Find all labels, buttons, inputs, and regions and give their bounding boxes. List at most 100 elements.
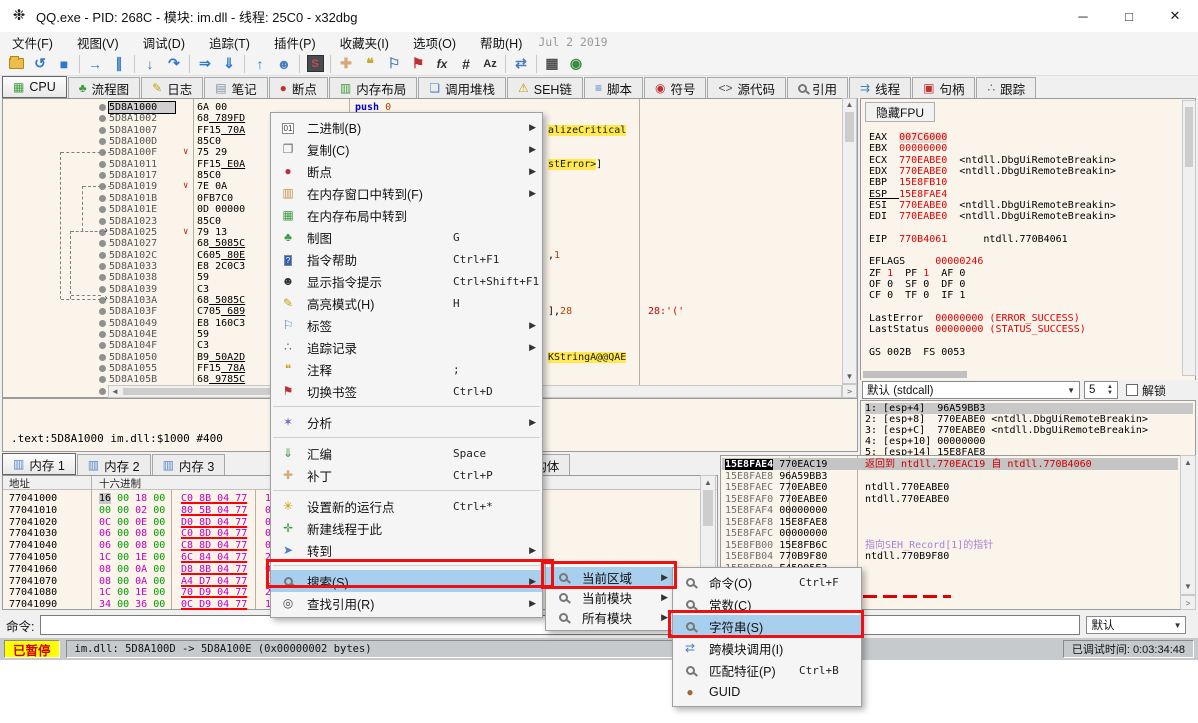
register-row[interactable]: EFLAGS 00000246 — [869, 256, 983, 267]
tab-script[interactable]: ≡脚本 — [584, 77, 643, 98]
menubar-item[interactable]: 选项(O) — [401, 31, 468, 54]
dump-row[interactable]: 7704109034 00 36 000C D9 04 771E 00 — [9, 599, 57, 610]
menu-item-S[interactable]: 字符串(S) — [673, 615, 861, 637]
stack-row[interactable]: 15E8FAFC 00000000 — [725, 528, 827, 540]
dump-row[interactable]: 7704107008 00 0A 00A4 D7 04 7718 00 — [9, 576, 57, 587]
disasm-row[interactable]: 5D8A103FC705 689 — [109, 306, 245, 317]
disasm-row[interactable]: 5D8A10197E 0A∨ — [109, 181, 227, 192]
pause-icon[interactable]: ∥ — [107, 53, 131, 75]
settings-globe-icon[interactable]: ◉ — [564, 53, 588, 75]
arg-count-spinner[interactable]: 5▲▼ — [1084, 381, 1118, 399]
menu-item-GUID[interactable]: ●GUID — [673, 681, 861, 703]
tab-graph[interactable]: ♣流程图 — [68, 77, 140, 98]
disasm-row[interactable]: 5D8A102579 13∨ — [109, 227, 227, 238]
menu-item-[interactable]: ❝注释; — [271, 358, 542, 380]
disasm-row[interactable]: 5D8A101E0D 00000 — [109, 204, 245, 215]
argument-row[interactable]: 1: [esp+4] 96A59BB3 — [865, 403, 1193, 414]
disasm-row[interactable]: 5D8A100D85C0 — [109, 136, 221, 147]
menu-item-C[interactable]: 常数(C) — [673, 593, 861, 615]
disasm-row[interactable]: 5D8A1011FF15 E0A — [109, 159, 245, 170]
tab-notes[interactable]: ▤笔记 — [204, 77, 267, 98]
disasm-row[interactable]: 5D8A104FC3 — [109, 340, 209, 351]
stack-row[interactable]: 15E8FB04 770B9F80ntdll.770B9F80 — [725, 551, 827, 563]
registers-vscrollbar[interactable] — [1182, 100, 1196, 376]
menu-item-[interactable]: ♣制图G — [271, 226, 542, 248]
disasm-row[interactable]: 5D8A101785C0 — [109, 170, 221, 181]
stop-icon[interactable]: ■ — [52, 53, 76, 75]
stack-row[interactable]: 15E8FB00 15E8FB6C指向SEH_Record[1]的指针 — [725, 540, 827, 552]
register-row[interactable]: ECX 770EABE0 <ntdll.DbgUiRemoteBreakin> — [869, 155, 1116, 166]
menu-item-[interactable]: ➤转到▶ — [271, 539, 542, 561]
stack-corner-arrow[interactable]: > — [1180, 595, 1196, 610]
tab-cpu[interactable]: ▦CPU — [2, 76, 67, 98]
animate-into-icon[interactable]: ⇒ — [193, 53, 217, 75]
close-button[interactable]: ✕ — [1152, 0, 1198, 32]
registers-pane[interactable]: 隐藏FPU EAX 007C6000EBX 00000000ECX 770EAB… — [860, 98, 1196, 398]
menu-item-[interactable]: ⚐标签▶ — [271, 314, 542, 336]
tab-call-stack[interactable]: ❏调用堆栈 — [418, 77, 506, 98]
menu-item-[interactable]: 所有模块▶ — [546, 607, 674, 627]
register-row[interactable]: LastError 00000000 (ERROR_SUCCESS) — [869, 313, 1080, 324]
tab-memory-map[interactable]: ▥内存布局 — [329, 77, 417, 98]
calculator-icon[interactable]: ▦ — [540, 53, 564, 75]
stack-row[interactable]: 15E8FAF4 00000000 — [725, 505, 827, 517]
stack-row[interactable]: 15E8FAEC 770EABE0ntdll.770EABE0 — [725, 482, 827, 494]
tab-threads[interactable]: ⇉线程 — [849, 77, 911, 98]
disasm-row[interactable]: 5D8A1055FF15 78A — [109, 363, 245, 374]
dump-row[interactable]: 7704104006 00 08 00C8 8D 04 7708 00 — [9, 540, 57, 551]
disasm-row[interactable]: 5D8A102CC605 80E — [109, 250, 245, 261]
menu-item-[interactable]: 当前模块▶ — [546, 587, 674, 607]
step-over-icon[interactable]: ↷ — [162, 53, 186, 75]
register-row[interactable]: ZF 1 PF 1 AF 0 — [869, 268, 965, 279]
menu-item-C[interactable]: ❐复制(C)▶ — [271, 138, 542, 160]
menu-item-I[interactable]: ⇄跨模块调用(I) — [673, 637, 861, 659]
run-icon[interactable]: → — [83, 53, 107, 75]
register-row[interactable]: ESI 770EABE0 <ntdll.DbgUiRemoteBreakin> — [869, 200, 1116, 211]
dump-row[interactable]: 7704103006 00 08 00C0 8D 04 7706 00 — [9, 528, 57, 539]
menu-item-S[interactable]: 搜索(S)▶ — [271, 570, 542, 592]
tab-dump-1[interactable]: ▥内存 1 — [2, 453, 76, 475]
dump-row[interactable]: 770410801C 00 1E 0070 D9 04 7728 00 — [9, 587, 57, 598]
menu-item-[interactable]: ☻显示指令提示Ctrl+Shift+F1 — [271, 270, 542, 292]
disasm-row[interactable]: 5D8A100268 789FD — [109, 113, 245, 124]
menu-item-[interactable]: ✛新建线程于此 — [271, 517, 542, 539]
dump-row[interactable]: 770410200C 00 0E 00D0 8D 04 7706 00 — [9, 517, 57, 528]
calling-convention-select[interactable]: 默认 (stdcall)▼ — [862, 381, 1080, 399]
menu-item-[interactable]: ⇓汇编Space — [271, 442, 542, 464]
disasm-corner-arrow[interactable]: > — [842, 384, 857, 398]
menubar-item[interactable]: 视图(V) — [65, 31, 131, 54]
tab-source[interactable]: <>源代码 — [707, 77, 786, 98]
menu-item-[interactable]: ⚑切换书签Ctrl+D — [271, 380, 542, 402]
command-profile-select[interactable]: 默认▼ — [1086, 616, 1186, 634]
menubar-item[interactable]: 帮助(H) — [468, 31, 534, 54]
register-row[interactable]: OF 0 SF 0 DF 0 — [869, 279, 965, 290]
argument-row[interactable]: 3: [esp+C] 770EABE0 <ntdll.DbgUiRemoteBr… — [865, 425, 1148, 436]
animate-over-icon[interactable]: ⇓ — [217, 53, 241, 75]
execute-till-return-icon[interactable]: ↑ — [248, 53, 272, 75]
arguments-pane[interactable]: 1: [esp+4] 96A59BB32: [esp+8] 770EABE0 <… — [860, 400, 1196, 456]
register-row[interactable]: ESP 15E8FAE4 — [869, 189, 947, 200]
menu-item-P[interactable]: 匹配特征(P)Ctrl+B — [673, 659, 861, 681]
tab-dump-2[interactable]: ▥内存 2 — [77, 454, 151, 475]
maximize-button[interactable]: □ — [1106, 0, 1152, 32]
register-row[interactable]: EAX 007C6000 — [869, 132, 947, 143]
disasm-row[interactable]: 5D8A1007FF15 70A — [109, 125, 245, 136]
run-to-user-code-icon[interactable]: ☻ — [272, 53, 296, 75]
menu-item-F[interactable]: ▥在内存窗口中转到(F)▶ — [271, 182, 542, 204]
register-row[interactable]: CF 0 TF 0 IF 1 — [869, 290, 965, 301]
tab-trace[interactable]: ∴跟踪 — [976, 77, 1036, 98]
tab-breakpoints[interactable]: ●断点 — [269, 77, 328, 98]
disasm-row[interactable]: 5D8A1049E8 160C3 — [109, 318, 245, 329]
unlock-checkbox[interactable] — [1126, 384, 1138, 396]
tab-dump-3[interactable]: ▥内存 3 — [152, 454, 226, 475]
register-row[interactable]: EDX 770EABE0 <ntdll.DbgUiRemoteBreakin> — [869, 166, 1116, 177]
disasm-row[interactable]: 5D8A10006A 00push 0 — [109, 102, 227, 113]
intermodular-calls-icon[interactable]: ⇄ — [509, 53, 533, 75]
menu-item-[interactable]: ✳设置新的运行点Ctrl+* — [271, 495, 542, 517]
menubar-item[interactable]: 调试(D) — [131, 31, 197, 54]
disasm-row[interactable]: 5D8A103A68 5085C — [109, 295, 245, 306]
patch-icon[interactable]: ✚ — [334, 53, 358, 75]
register-row[interactable]: EBX 00000000 — [869, 143, 947, 154]
register-row[interactable]: EIP 770B4061 ntdll.770B4061 — [869, 234, 1068, 245]
step-into-icon[interactable]: ↓ — [138, 53, 162, 75]
